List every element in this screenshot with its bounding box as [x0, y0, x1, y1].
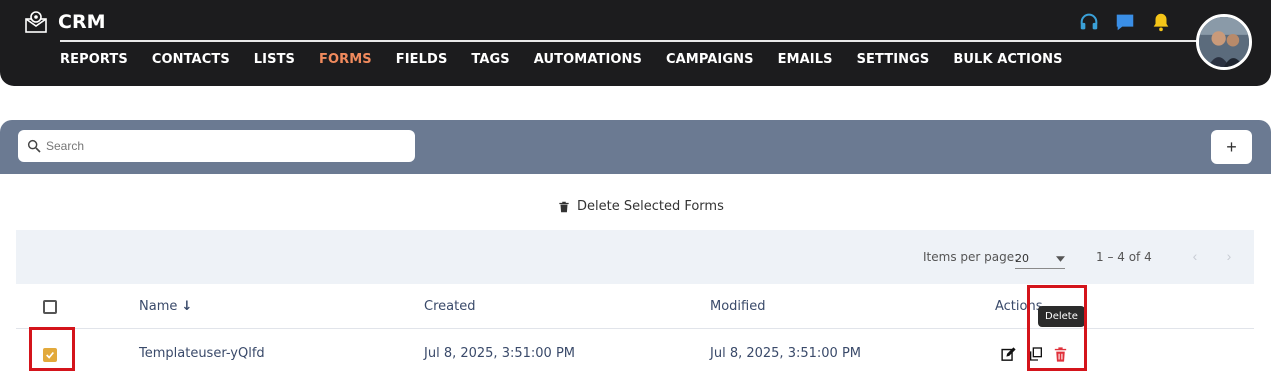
nav-item-contacts[interactable]: CONTACTS [152, 52, 230, 67]
select-all-checkbox[interactable] [43, 300, 57, 314]
nav-item-lists[interactable]: LISTS [254, 52, 295, 67]
items-per-page-select[interactable]: 20 [1015, 249, 1065, 269]
row-name[interactable]: Templateuser-yQlfd [139, 346, 265, 361]
search-box [18, 130, 415, 162]
delete-selected-forms-button[interactable]: Delete Selected Forms [557, 199, 724, 214]
edit-icon[interactable] [999, 345, 1017, 363]
sort-arrow-icon: ↓ [181, 299, 193, 314]
paginator: Items per page: 20 1 – 4 of 4 ‹ › [16, 230, 1254, 284]
column-header-name[interactable]: Name ↓ [139, 299, 192, 314]
column-header-created: Created [424, 299, 476, 314]
dropdown-arrow-icon [1056, 255, 1065, 262]
nav-item-campaigns[interactable]: CAMPAIGNS [666, 52, 754, 67]
top-navbar: CRM REPORTS CONTACTS LISTS FORMS FIELDS … [0, 0, 1271, 86]
toolbar-band: + [0, 120, 1271, 174]
nav-item-reports[interactable]: REPORTS [60, 52, 128, 67]
headset-icon[interactable] [1077, 10, 1101, 34]
page-range-label: 1 – 4 of 4 [1096, 250, 1152, 264]
header-divider [60, 40, 1210, 42]
delete-selected-label: Delete Selected Forms [577, 199, 724, 214]
column-header-modified: Modified [710, 299, 766, 314]
nav-item-bulk-actions[interactable]: BULK ACTIONS [953, 52, 1062, 67]
row-modified: Jul 8, 2025, 3:51:00 PM [710, 346, 862, 361]
trash-icon [559, 201, 569, 212]
items-per-page-label: Items per page: [923, 250, 1019, 264]
nav-item-emails[interactable]: EMAILS [778, 52, 833, 67]
brand[interactable]: CRM [24, 10, 105, 34]
search-icon [27, 139, 41, 153]
nav-item-automations[interactable]: AUTOMATIONS [534, 52, 642, 67]
highlight-box-checkbox [29, 327, 75, 371]
items-per-page-value: 20 [1015, 252, 1029, 265]
highlight-box-delete [1027, 285, 1087, 371]
user-avatar[interactable] [1196, 14, 1252, 70]
nav-item-forms[interactable]: FORMS [319, 52, 372, 67]
add-form-button[interactable]: + [1211, 130, 1252, 164]
envelope-gear-logo-icon [25, 11, 47, 33]
header-icons [1077, 10, 1173, 34]
row-created: Jul 8, 2025, 3:51:00 PM [424, 346, 576, 361]
nav-item-tags[interactable]: TAGS [471, 52, 509, 67]
prev-page-icon[interactable]: ‹ [1188, 248, 1202, 264]
next-page-icon[interactable]: › [1222, 248, 1236, 264]
search-input[interactable] [46, 139, 406, 153]
nav-item-fields[interactable]: FIELDS [396, 52, 448, 67]
nav-item-settings[interactable]: SETTINGS [857, 52, 930, 67]
chat-icon[interactable] [1113, 10, 1137, 34]
main-nav: REPORTS CONTACTS LISTS FORMS FIELDS TAGS… [60, 52, 1063, 67]
app-title: CRM [58, 11, 106, 33]
bell-icon[interactable] [1149, 10, 1173, 34]
